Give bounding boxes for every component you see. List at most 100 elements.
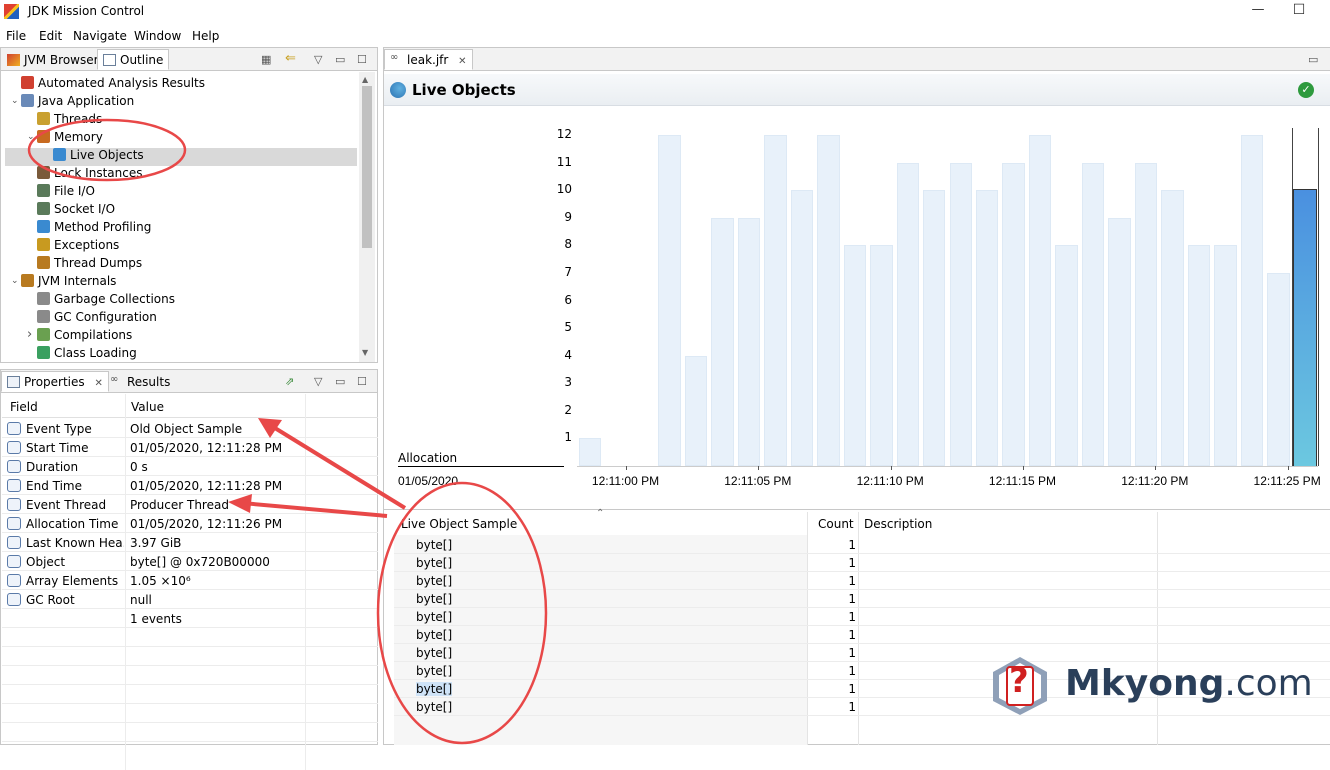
- property-row[interactable]: Duration 0 s: [2, 457, 378, 476]
- object-count: 1: [848, 592, 856, 606]
- chart-bar[interactable]: [711, 217, 734, 466]
- list-item[interactable]: byte[] 1: [394, 572, 1330, 590]
- tab-results[interactable]: ∞ Results: [104, 371, 176, 392]
- chart-bar[interactable]: [1267, 272, 1290, 466]
- chart-bar[interactable]: [1081, 162, 1105, 466]
- allocation-chart[interactable]: 1 2 3 4 5 6 7 8 9 10 11 12 12:11:00 PM 12:11:05 PM 12:…: [384, 120, 1330, 510]
- menu-window[interactable]: Window: [134, 29, 181, 43]
- list-item[interactable]: byte[] 1: [394, 626, 1330, 644]
- chart-bar[interactable]: [1028, 135, 1052, 466]
- view-menu-icon[interactable]: ▽: [314, 375, 322, 388]
- list-item[interactable]: byte[] 1: [394, 554, 1330, 572]
- property-row[interactable]: GC Root null: [2, 590, 378, 609]
- property-value: Producer Thread: [130, 498, 229, 512]
- chart-bar[interactable]: [658, 135, 681, 466]
- property-row[interactable]: Start Time 01/05/2020, 12:11:28 PM: [2, 438, 378, 457]
- x-tick-mark: [1022, 466, 1024, 470]
- scroll-thumb[interactable]: [362, 86, 372, 248]
- chart-bar[interactable]: [1002, 162, 1025, 466]
- property-value: 1.05 ×10⁶: [130, 574, 191, 588]
- minimize-button[interactable]: —: [1235, 2, 1281, 22]
- value-column-header[interactable]: Value: [131, 400, 164, 414]
- chart-bar[interactable]: [1214, 245, 1237, 466]
- chart-bar[interactable]: [817, 135, 840, 466]
- tab-properties[interactable]: Properties ✕: [1, 371, 109, 392]
- minimize-view-icon[interactable]: ▭: [1308, 53, 1318, 66]
- close-icon[interactable]: ✕: [458, 56, 466, 67]
- layout-icon[interactable]: ▦: [261, 53, 271, 66]
- gc-icon: [37, 292, 50, 305]
- tab-jvm-browser[interactable]: JVM Browser: [1, 49, 105, 70]
- scroll-down-icon[interactable]: ▼: [362, 348, 368, 357]
- tab-outline[interactable]: Outline: [97, 49, 170, 70]
- chart-bar[interactable]: [870, 245, 893, 466]
- chart-bar[interactable]: [1108, 217, 1131, 466]
- tree-scrollbar[interactable]: ▲ ▼: [359, 72, 375, 362]
- chart-bar[interactable]: [1240, 135, 1264, 466]
- field-column-header[interactable]: Field: [10, 400, 38, 414]
- property-row[interactable]: Event Thread Producer Thread: [2, 495, 378, 514]
- minimize-view-icon[interactable]: ▭: [335, 375, 345, 388]
- recording-icon: ∞: [390, 52, 399, 63]
- live-object-sample-header[interactable]: Live Object Sample: [401, 517, 517, 531]
- y-tick-label: 5: [564, 320, 572, 335]
- maximize-view-icon[interactable]: ☐: [357, 53, 367, 66]
- live-objects-icon: [390, 82, 406, 98]
- chart-bar[interactable]: [684, 355, 708, 466]
- property-row[interactable]: Object byte[] @ 0x720B00000: [2, 552, 378, 571]
- menu-edit[interactable]: Edit: [39, 29, 62, 43]
- collapse-icon[interactable]: ⌄: [11, 276, 19, 286]
- export-icon[interactable]: ⇗: [285, 375, 294, 388]
- chart-bar[interactable]: [975, 190, 999, 466]
- menu-file[interactable]: File: [6, 29, 26, 43]
- chart-bar[interactable]: [1187, 245, 1211, 466]
- chart-bar[interactable]: [1134, 162, 1158, 466]
- object-class-name: byte[]: [416, 610, 453, 624]
- chart-bar[interactable]: [843, 245, 867, 466]
- list-item[interactable]: byte[] 1: [394, 608, 1330, 626]
- property-row[interactable]: End Time 01/05/2020, 12:11:28 PM: [2, 476, 378, 495]
- property-row[interactable]: Allocation Time 01/05/2020, 12:11:26 PM: [2, 514, 378, 533]
- property-row[interactable]: Array Elements 1.05 ×10⁶: [2, 571, 378, 590]
- chart-bar[interactable]: [790, 190, 814, 466]
- chart-bar[interactable]: [764, 135, 787, 466]
- chart-bar[interactable]: [579, 438, 602, 466]
- chart-bar[interactable]: [949, 162, 972, 466]
- count-header[interactable]: Count: [818, 517, 854, 531]
- tab-leak-jfr[interactable]: ∞ leak.jfr ✕: [384, 49, 473, 70]
- chart-bar[interactable]: [1161, 190, 1184, 466]
- description-header[interactable]: Description: [864, 517, 932, 531]
- splitter[interactable]: [384, 509, 1330, 510]
- collapse-icon[interactable]: ⌄: [27, 132, 35, 142]
- menu-navigate[interactable]: Navigate: [73, 29, 127, 43]
- y-tick-label: 7: [564, 264, 572, 279]
- outline-tabbar: JVM Browser Outline ▦ ⇐ ▽ ▭ ☐: [1, 48, 377, 71]
- list-item[interactable]: byte[] 1: [394, 536, 1330, 554]
- selection-range[interactable]: [1291, 128, 1319, 466]
- check-icon[interactable]: ✓: [1298, 82, 1314, 98]
- close-icon[interactable]: ✕: [94, 378, 102, 389]
- property-field: End Time: [26, 479, 82, 493]
- x-tick-mark: [758, 466, 760, 470]
- property-row[interactable]: Last Known Hea... 3.97 GiB: [2, 533, 378, 552]
- chart-bar[interactable]: [1055, 245, 1078, 466]
- minimize-view-icon[interactable]: ▭: [335, 53, 345, 66]
- chart-bar[interactable]: [737, 217, 761, 466]
- collapse-icon[interactable]: ⌄: [11, 96, 19, 106]
- maximize-view-icon[interactable]: ☐: [357, 375, 367, 388]
- list-item[interactable]: byte[] 1: [394, 590, 1330, 608]
- chart-bar[interactable]: [896, 162, 920, 466]
- maximize-button[interactable]: ☐: [1276, 2, 1322, 22]
- property-icon: [7, 498, 21, 511]
- tree-item-label: GC Configuration: [54, 310, 157, 324]
- chart-bar[interactable]: [923, 190, 946, 466]
- watermark-brand: Mkyong.com: [1065, 663, 1313, 704]
- x-tick-label: 12:11:15 PM: [988, 474, 1057, 488]
- menu-help[interactable]: Help: [192, 29, 219, 43]
- expand-icon[interactable]: ›: [27, 327, 32, 342]
- view-menu-icon[interactable]: ▽: [314, 53, 322, 66]
- property-row[interactable]: Event Type Old Object Sample: [2, 419, 378, 438]
- property-value: 01/05/2020, 12:11:28 PM: [130, 441, 283, 455]
- scroll-up-icon[interactable]: ▲: [362, 75, 368, 84]
- link-icon[interactable]: ⇐: [285, 51, 296, 66]
